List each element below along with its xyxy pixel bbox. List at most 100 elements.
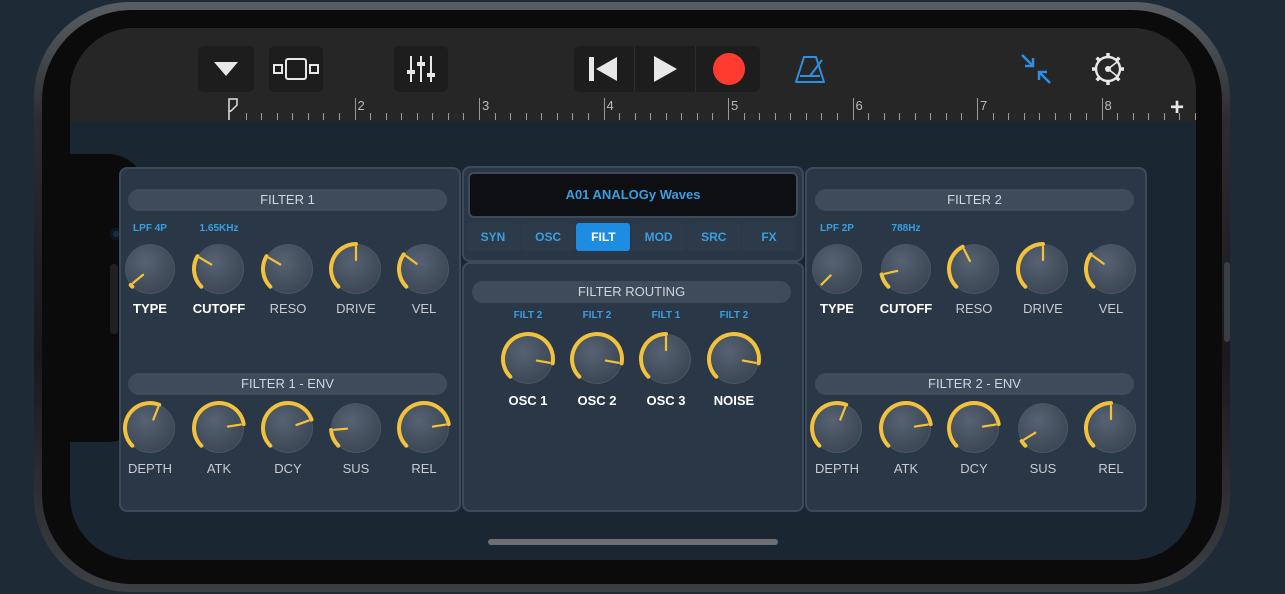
f1env-knob-rel[interactable] — [395, 399, 453, 457]
timeline-ruler[interactable]: 2 3 4 5 6 7 8 + — [70, 94, 1196, 122]
ruler-minor-tick — [774, 113, 776, 120]
f1env-knob-atk[interactable] — [190, 399, 248, 457]
routing-destination-label: FILT 2 — [582, 310, 612, 321]
ruler-bar-label: 3 — [482, 98, 490, 113]
f2env-knob-dcy[interactable] — [945, 399, 1003, 457]
f1env-knob-sus[interactable] — [327, 399, 385, 457]
tab-mod[interactable]: MOD — [631, 223, 686, 251]
ruler-minor-tick — [447, 113, 449, 120]
f2env-knob-rel[interactable] — [1082, 399, 1140, 457]
ruler-minor-tick — [572, 113, 574, 120]
ruler-minor-tick — [338, 113, 340, 120]
f2-knob-cutoff[interactable] — [877, 240, 935, 298]
ruler-bar-label: 6 — [855, 98, 863, 113]
filter1-title: FILTER 1 — [128, 189, 447, 211]
tab-syn[interactable]: SYN — [466, 223, 520, 251]
ruler-minor-tick — [1023, 113, 1025, 120]
f1env-knob-depth[interactable] — [121, 399, 179, 457]
f1-knob-reso[interactable] — [259, 240, 317, 298]
routing-knob-osc-1[interactable] — [499, 330, 557, 388]
ruler-bar-tick — [354, 98, 356, 120]
metronome-icon — [795, 56, 825, 83]
knob-label: CUTOFF — [192, 301, 246, 316]
go-to-start-button[interactable] — [574, 46, 632, 92]
ruler-minor-tick — [370, 113, 372, 120]
f2-knob-vel[interactable] — [1082, 240, 1140, 298]
f2env-knob-atk[interactable] — [877, 399, 935, 457]
ruler-minor-tick — [1008, 113, 1010, 120]
settings-button[interactable] — [1080, 46, 1136, 92]
ruler-minor-tick — [836, 113, 838, 120]
browser-dropdown-button[interactable] — [198, 46, 254, 92]
knob-label: REL — [1098, 461, 1124, 476]
preset-name-display[interactable]: A01 ANALOGy Waves — [468, 172, 798, 218]
ruler-minor-tick — [307, 113, 309, 120]
routing-knob-osc-3[interactable] — [637, 330, 695, 388]
f2env-knob-sus[interactable] — [1014, 399, 1072, 457]
f1-knob-vel[interactable] — [395, 240, 453, 298]
record-button[interactable] — [698, 46, 760, 92]
ruler-minor-tick — [525, 113, 527, 120]
filter2-cutoff-value: 788Hz — [891, 223, 921, 234]
f2-knob-reso[interactable] — [945, 240, 1003, 298]
knob-label: REL — [411, 461, 437, 476]
ruler-bar-tick — [479, 98, 480, 120]
f1-knob-cutoff[interactable] — [190, 240, 248, 298]
ruler-bar-label: 8 — [1104, 98, 1112, 113]
f2-knob-drive[interactable] — [1014, 240, 1072, 298]
ruler-minor-tick — [821, 113, 823, 120]
ruler-minor-tick — [945, 113, 947, 120]
mixer-button[interactable] — [394, 46, 448, 92]
ruler-minor-tick — [961, 113, 963, 120]
metronome-button[interactable] — [782, 46, 838, 92]
ruler-minor-tick — [1148, 113, 1150, 120]
phone-speaker — [110, 264, 118, 334]
filter-routing-title: FILTER ROUTING — [472, 281, 791, 303]
tab-filt[interactable]: FILT — [576, 223, 631, 251]
ruler-minor-tick — [805, 113, 807, 120]
ruler-minor-tick — [401, 113, 403, 120]
ruler-minor-tick — [1070, 113, 1072, 120]
knob-label: OSC 2 — [577, 393, 617, 408]
control-bar — [70, 28, 1196, 98]
filter1-type-value: LPF 4P — [133, 223, 167, 234]
home-indicator — [488, 539, 778, 545]
tab-fx[interactable]: FX — [742, 223, 796, 251]
collapse-button[interactable] — [1008, 46, 1064, 92]
ruler-minor-tick — [868, 113, 870, 120]
ruler-minor-tick — [883, 113, 885, 120]
add-section-button[interactable]: + — [1170, 94, 1184, 122]
f2-knob-type[interactable] — [808, 240, 866, 298]
f1env-knob-dcy[interactable] — [259, 399, 317, 457]
playhead-marker-icon[interactable] — [228, 98, 238, 120]
f2env-knob-depth[interactable] — [808, 399, 866, 457]
knob-label: VEL — [1098, 301, 1124, 316]
routing-knob-noise[interactable] — [705, 330, 763, 388]
ruler-minor-tick — [650, 113, 652, 120]
ruler-minor-tick — [416, 113, 418, 120]
routing-destination-label: FILT 2 — [719, 310, 749, 321]
filter2-title: FILTER 2 — [815, 189, 1134, 211]
record-icon — [713, 53, 745, 85]
routing-knob-osc-2[interactable] — [568, 330, 626, 388]
ruler-minor-tick — [1054, 113, 1056, 120]
ruler-minor-tick — [696, 113, 698, 120]
f1-knob-type[interactable] — [121, 240, 179, 298]
tab-osc[interactable]: OSC — [521, 223, 576, 251]
ruler-minor-tick — [292, 113, 294, 120]
tab-src[interactable]: SRC — [686, 223, 741, 251]
play-button[interactable] — [634, 46, 696, 92]
ruler-minor-tick — [759, 113, 761, 120]
section-tabs: SYN OSC FILT MOD SRC FX — [464, 221, 798, 253]
ruler-minor-tick — [261, 113, 263, 120]
knob-label: ATK — [206, 461, 232, 476]
skip-back-icon — [589, 57, 617, 81]
ruler-minor-tick — [914, 113, 916, 120]
ruler-minor-tick — [587, 113, 589, 120]
ruler-minor-tick — [245, 113, 247, 120]
tracks-view-button[interactable] — [269, 46, 323, 92]
knob-label: TYPE — [820, 301, 854, 316]
ruler-minor-tick — [1039, 113, 1041, 120]
f1-knob-drive[interactable] — [327, 240, 385, 298]
ruler-minor-tick — [712, 113, 714, 120]
